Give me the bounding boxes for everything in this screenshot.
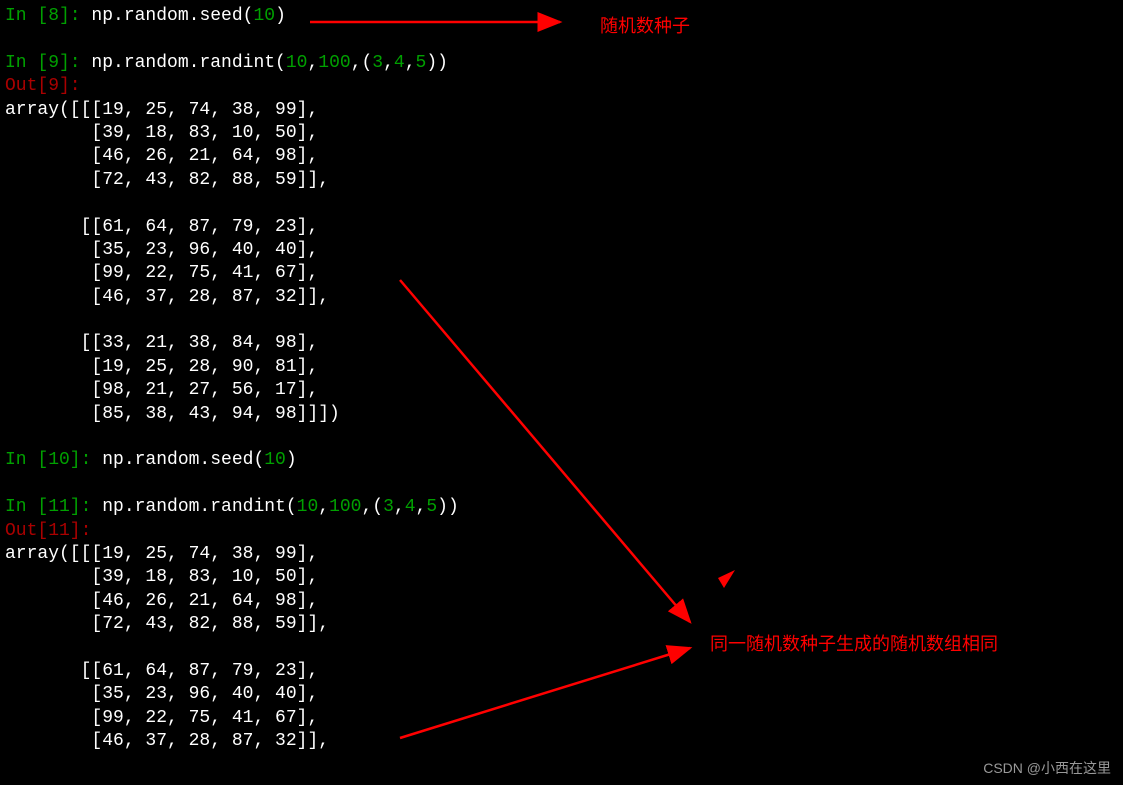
array-11-line: [46, 26, 21, 64, 98],	[5, 591, 318, 611]
array-9-line: [85, 38, 43, 94, 98]]])	[5, 404, 340, 424]
code-10-pre: np.random.seed(	[102, 450, 264, 470]
array-9-line: [[33, 21, 38, 84, 98],	[5, 333, 318, 353]
out-prompt-9: Out[9]:	[5, 76, 81, 96]
code-8-arg: 10	[253, 6, 275, 26]
code-11-post: ))	[437, 497, 459, 517]
code-10-post: )	[286, 450, 297, 470]
annotation-seed-label: 随机数种子	[600, 15, 690, 38]
code-8-post: )	[275, 6, 286, 26]
watermark: CSDN @小西在这里	[983, 759, 1111, 777]
array-9-line: array([[[19, 25, 74, 38, 99],	[5, 100, 318, 120]
annotation-same-label: 同一随机数种子生成的随机数组相同	[710, 633, 998, 656]
code-9-post: ))	[426, 53, 448, 73]
array-11-line: [39, 18, 83, 10, 50],	[5, 567, 318, 587]
array-9-line: [99, 22, 75, 41, 67],	[5, 263, 318, 283]
in-prompt-11: In [11]:	[5, 497, 102, 517]
array-11-line: [35, 23, 96, 40, 40],	[5, 684, 318, 704]
code-9-pre: np.random.randint(	[91, 53, 285, 73]
array-11-line: array([[[19, 25, 74, 38, 99],	[5, 544, 318, 564]
array-9-line: [[61, 64, 87, 79, 23],	[5, 217, 318, 237]
code-10-arg: 10	[264, 450, 286, 470]
array-11-line: [46, 37, 28, 87, 32]],	[5, 731, 329, 751]
array-9-line: [46, 37, 28, 87, 32]],	[5, 287, 329, 307]
out-prompt-11: Out[11]:	[5, 521, 91, 541]
array-9-line: [72, 43, 82, 88, 59]],	[5, 170, 329, 190]
array-9-line: [19, 25, 28, 90, 81],	[5, 357, 318, 377]
array-9-line: [46, 26, 21, 64, 98],	[5, 146, 318, 166]
array-11-line: [72, 43, 82, 88, 59]],	[5, 614, 329, 634]
array-9-line: [35, 23, 96, 40, 40],	[5, 240, 318, 260]
in-prompt-8: In [8]:	[5, 6, 91, 26]
array-11-line: [99, 22, 75, 41, 67],	[5, 708, 318, 728]
array-11-line: [[61, 64, 87, 79, 23],	[5, 661, 318, 681]
code-8-pre: np.random.seed(	[91, 6, 253, 26]
array-9-line: [98, 21, 27, 56, 17],	[5, 380, 318, 400]
in-prompt-10: In [10]:	[5, 450, 102, 470]
in-prompt-9: In [9]:	[5, 53, 91, 73]
array-9-line: [39, 18, 83, 10, 50],	[5, 123, 318, 143]
code-11-pre: np.random.randint(	[102, 497, 296, 517]
